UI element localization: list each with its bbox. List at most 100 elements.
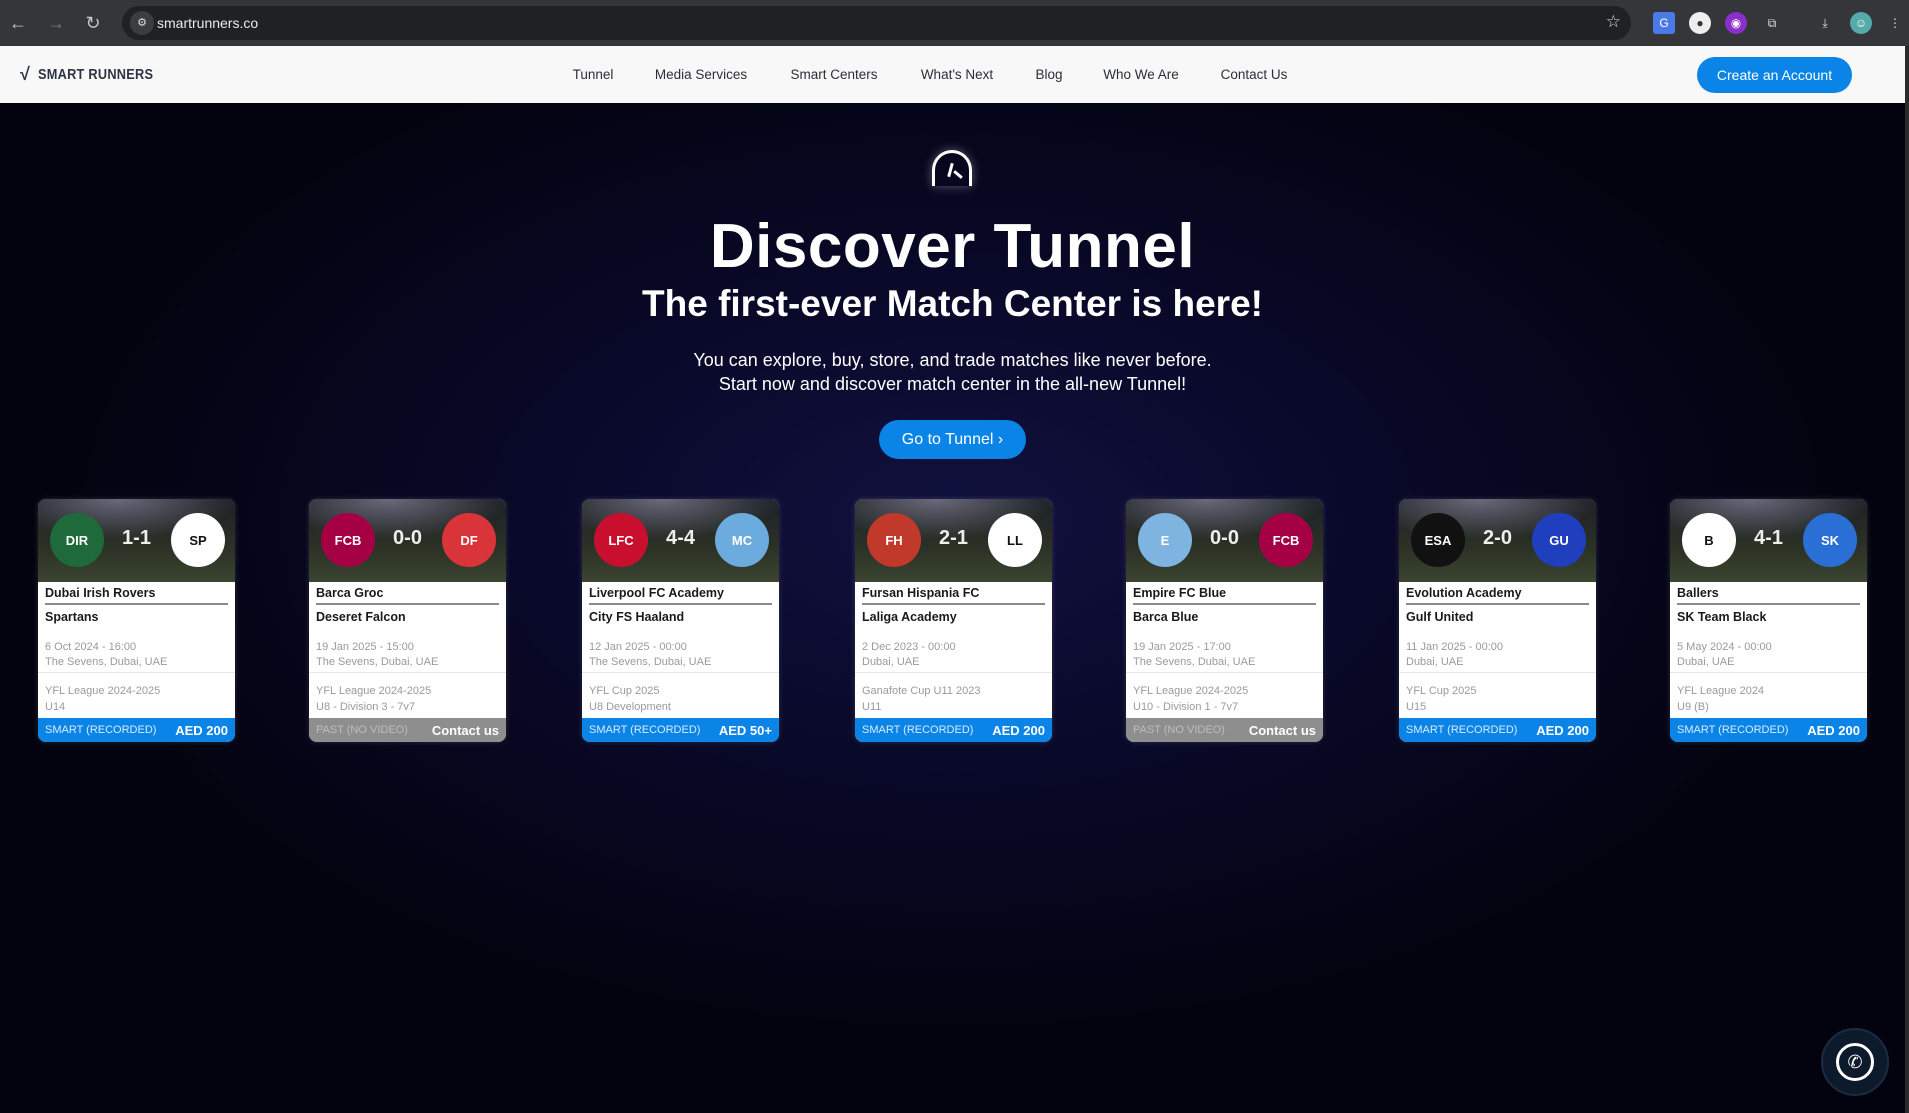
away-crest-label: GU [1549,532,1569,548]
card-footer[interactable]: PAST (NO VIDEO) Contact us [1126,718,1323,742]
bookmark-star-icon[interactable]: ☆ [1606,12,1621,32]
match-league: YFL League 2024-2025 [316,685,432,697]
match-status: PAST (NO VIDEO) [316,724,408,736]
home-team-name: Liverpool FC Academy [589,586,724,600]
match-status: SMART (RECORDED) [45,724,157,736]
card-footer[interactable]: SMART (RECORDED) AED 200 [855,718,1052,742]
match-price[interactable]: AED 200 [175,723,228,738]
match-league: YFL League 2024 [1677,685,1765,697]
card-footer[interactable]: PAST (NO VIDEO) Contact us [309,718,506,742]
away-team-name: Gulf United [1406,610,1474,624]
nav-tunnel[interactable]: Tunnel [573,67,614,82]
match-card[interactable]: E 0-0 FCB Empire FC Blue Barca Blue 19 J… [1126,499,1323,742]
scrollbar[interactable] [1905,46,1909,1113]
match-group: U9 (B) [1677,701,1709,713]
home-team-name: Empire FC Blue [1133,586,1227,600]
profile-avatar[interactable]: ☺ [1850,12,1872,34]
match-price[interactable]: AED 200 [992,723,1045,738]
card-footer[interactable]: SMART (RECORDED) AED 200 [1670,718,1867,742]
go-to-tunnel-label: Go to Tunnel [901,431,994,448]
hero-line-1: You can explore, buy, store, and trade m… [693,350,1212,370]
hero-description: You can explore, buy, store, and trade m… [0,348,1905,396]
match-league: YFL Cup 2025 [1406,685,1477,697]
match-card[interactable]: B 4-1 SK Ballers SK Team Black 5 May 202… [1670,499,1867,742]
back-icon[interactable]: ← [6,11,30,35]
match-status: SMART (RECORDED) [1406,724,1518,736]
away-team-crest-icon: SK [1803,513,1857,567]
match-banner: B 4-1 SK [1670,499,1867,582]
extension-purple-icon[interactable]: ◉ [1725,12,1747,34]
match-venue: Dubai, UAE [1406,656,1464,668]
divider [582,672,779,673]
divider [855,672,1052,673]
match-card[interactable]: FCB 0-0 DF Barca Groc Deseret Falcon 19 … [309,499,506,742]
home-team-name: Evolution Academy [1406,586,1522,600]
match-price[interactable]: Contact us [432,723,499,738]
match-date: 11 Jan 2025 - 00:00 [1406,641,1504,653]
away-team-crest-icon: FCB [1259,513,1313,567]
away-crest-label: SK [1820,532,1840,548]
go-to-tunnel-button[interactable]: Go to Tunnel › [879,420,1026,459]
away-team-crest-icon: GU [1532,513,1586,567]
divider [589,603,772,605]
whatsapp-button[interactable]: ✆ [1821,1028,1889,1096]
card-footer[interactable]: SMART (RECORDED) AED 200 [1399,718,1596,742]
match-card[interactable]: FH 2-1 LL Fursan Hispania FC Laliga Acad… [855,499,1052,742]
away-team-crest-icon: LL [988,513,1042,567]
away-crest-label: FCB [1272,532,1300,548]
away-team-name: Barca Blue [1133,610,1199,624]
match-banner: FCB 0-0 DF [309,499,506,582]
match-price[interactable]: AED 50+ [719,723,772,738]
match-price[interactable]: AED 200 [1536,723,1589,738]
nav-media-services[interactable]: Media Services [655,67,747,82]
tunnel-logo-icon [932,150,972,186]
card-footer[interactable]: SMART (RECORDED) AED 50+ [582,718,779,742]
reload-icon[interactable]: ↻ [81,11,105,35]
match-group: U15 [1406,701,1427,713]
nav-who-we-are[interactable]: Who We Are [1103,67,1179,82]
away-team-name: City FS Haaland [589,610,685,624]
extensions-puzzle-icon[interactable]: ⧉ [1761,12,1783,34]
hero-section: Discover Tunnel The first-ever Match Cen… [0,103,1905,1113]
match-league: Ganafote Cup U11 2023 [862,685,981,697]
home-team-name: Dubai Irish Rovers [45,586,156,600]
match-league: YFL League 2024-2025 [1133,685,1249,697]
divider [1399,672,1596,673]
menu-kebab-icon[interactable]: ⋮ [1884,12,1906,34]
divider [1670,672,1867,673]
divider [862,603,1045,605]
hero-line-2: Start now and discover match center in t… [718,374,1187,394]
away-crest-label: MC [731,532,753,548]
match-banner: ESA 2-0 GU [1399,499,1596,582]
address-bar[interactable]: ⚙ smartrunners.co ☆ [122,6,1631,40]
nav-whats-next[interactable]: What's Next [921,67,993,82]
nav-blog[interactable]: Blog [1035,67,1062,82]
site-settings-icon[interactable]: ⚙ [130,11,154,35]
home-team-name: Fursan Hispania FC [862,586,980,600]
away-team-crest-icon: DF [442,513,496,567]
divider [309,672,506,673]
nav-contact-us[interactable]: Contact Us [1221,67,1288,82]
match-group: U11 [862,701,882,713]
extension-icon[interactable]: ● [1689,12,1711,34]
site-header: √ SMART RUNNERS Tunnel Media Services Sm… [0,46,1905,103]
translate-extension-icon[interactable]: G [1653,12,1675,34]
match-date: 2 Dec 2023 - 00:00 [862,641,956,653]
divider [38,672,235,673]
match-price[interactable]: Contact us [1249,723,1316,738]
match-card[interactable]: DIR 1-1 SP Dubai Irish Rovers Spartans 6… [38,499,235,742]
forward-icon[interactable]: → [44,11,68,35]
match-status: SMART (RECORDED) [589,724,701,736]
create-account-button[interactable]: Create an Account [1697,57,1852,93]
main-menu: Tunnel Media Services Smart Centers What… [0,46,1905,103]
url-text[interactable]: smartrunners.co [157,15,258,31]
nav-smart-centers[interactable]: Smart Centers [790,67,877,82]
match-card[interactable]: LFC 4-4 MC Liverpool FC Academy City FS … [582,499,779,742]
match-date: 5 May 2024 - 00:00 [1677,641,1772,653]
download-icon[interactable]: ⤓ [1814,12,1836,34]
match-venue: The Sevens, Dubai, UAE [1133,656,1256,668]
away-team-name: Laliga Academy [862,610,957,624]
match-card[interactable]: ESA 2-0 GU Evolution Academy Gulf United… [1399,499,1596,742]
match-price[interactable]: AED 200 [1807,723,1860,738]
card-footer[interactable]: SMART (RECORDED) AED 200 [38,718,235,742]
